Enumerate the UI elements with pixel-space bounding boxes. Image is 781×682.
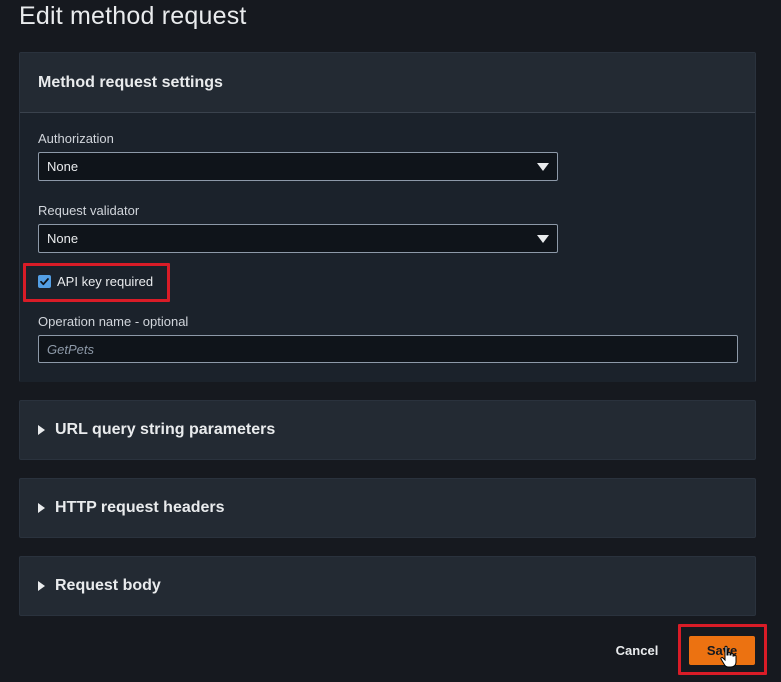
section-label: URL query string parameters: [55, 421, 276, 438]
caret-right-icon: [38, 425, 45, 435]
edit-method-request-page: Edit method request Method request setti…: [0, 0, 781, 682]
authorization-label: Authorization: [38, 131, 114, 146]
request-validator-select[interactable]: None: [38, 224, 558, 253]
section-request-body[interactable]: Request body: [19, 556, 756, 616]
method-request-settings-panel: Method request settings Authorization No…: [19, 52, 756, 382]
panel-body: Authorization None Request validator Non…: [20, 113, 755, 382]
authorization-value: None: [47, 159, 79, 174]
caret-down-icon: [537, 162, 549, 171]
caret-down-icon: [537, 234, 549, 243]
request-validator-label: Request validator: [38, 203, 140, 218]
api-key-highlight-box: [23, 263, 170, 302]
page-title: Edit method request: [19, 2, 247, 30]
panel-header: Method request settings: [20, 53, 755, 113]
panel-title: Method request settings: [38, 73, 223, 91]
caret-right-icon: [38, 503, 45, 513]
cancel-button[interactable]: Cancel: [604, 636, 670, 664]
hand-pointer-icon: [720, 645, 737, 668]
authorization-select[interactable]: None: [38, 152, 558, 181]
operation-name-input[interactable]: [38, 335, 738, 363]
section-http-request-headers[interactable]: HTTP request headers: [19, 478, 756, 538]
section-url-query-string-parameters[interactable]: URL query string parameters: [19, 400, 756, 460]
operation-name-label: Operation name - optional: [38, 314, 189, 329]
section-label: HTTP request headers: [55, 499, 225, 516]
caret-right-icon: [38, 581, 45, 591]
section-label: Request body: [55, 577, 161, 594]
request-validator-value: None: [47, 231, 79, 246]
